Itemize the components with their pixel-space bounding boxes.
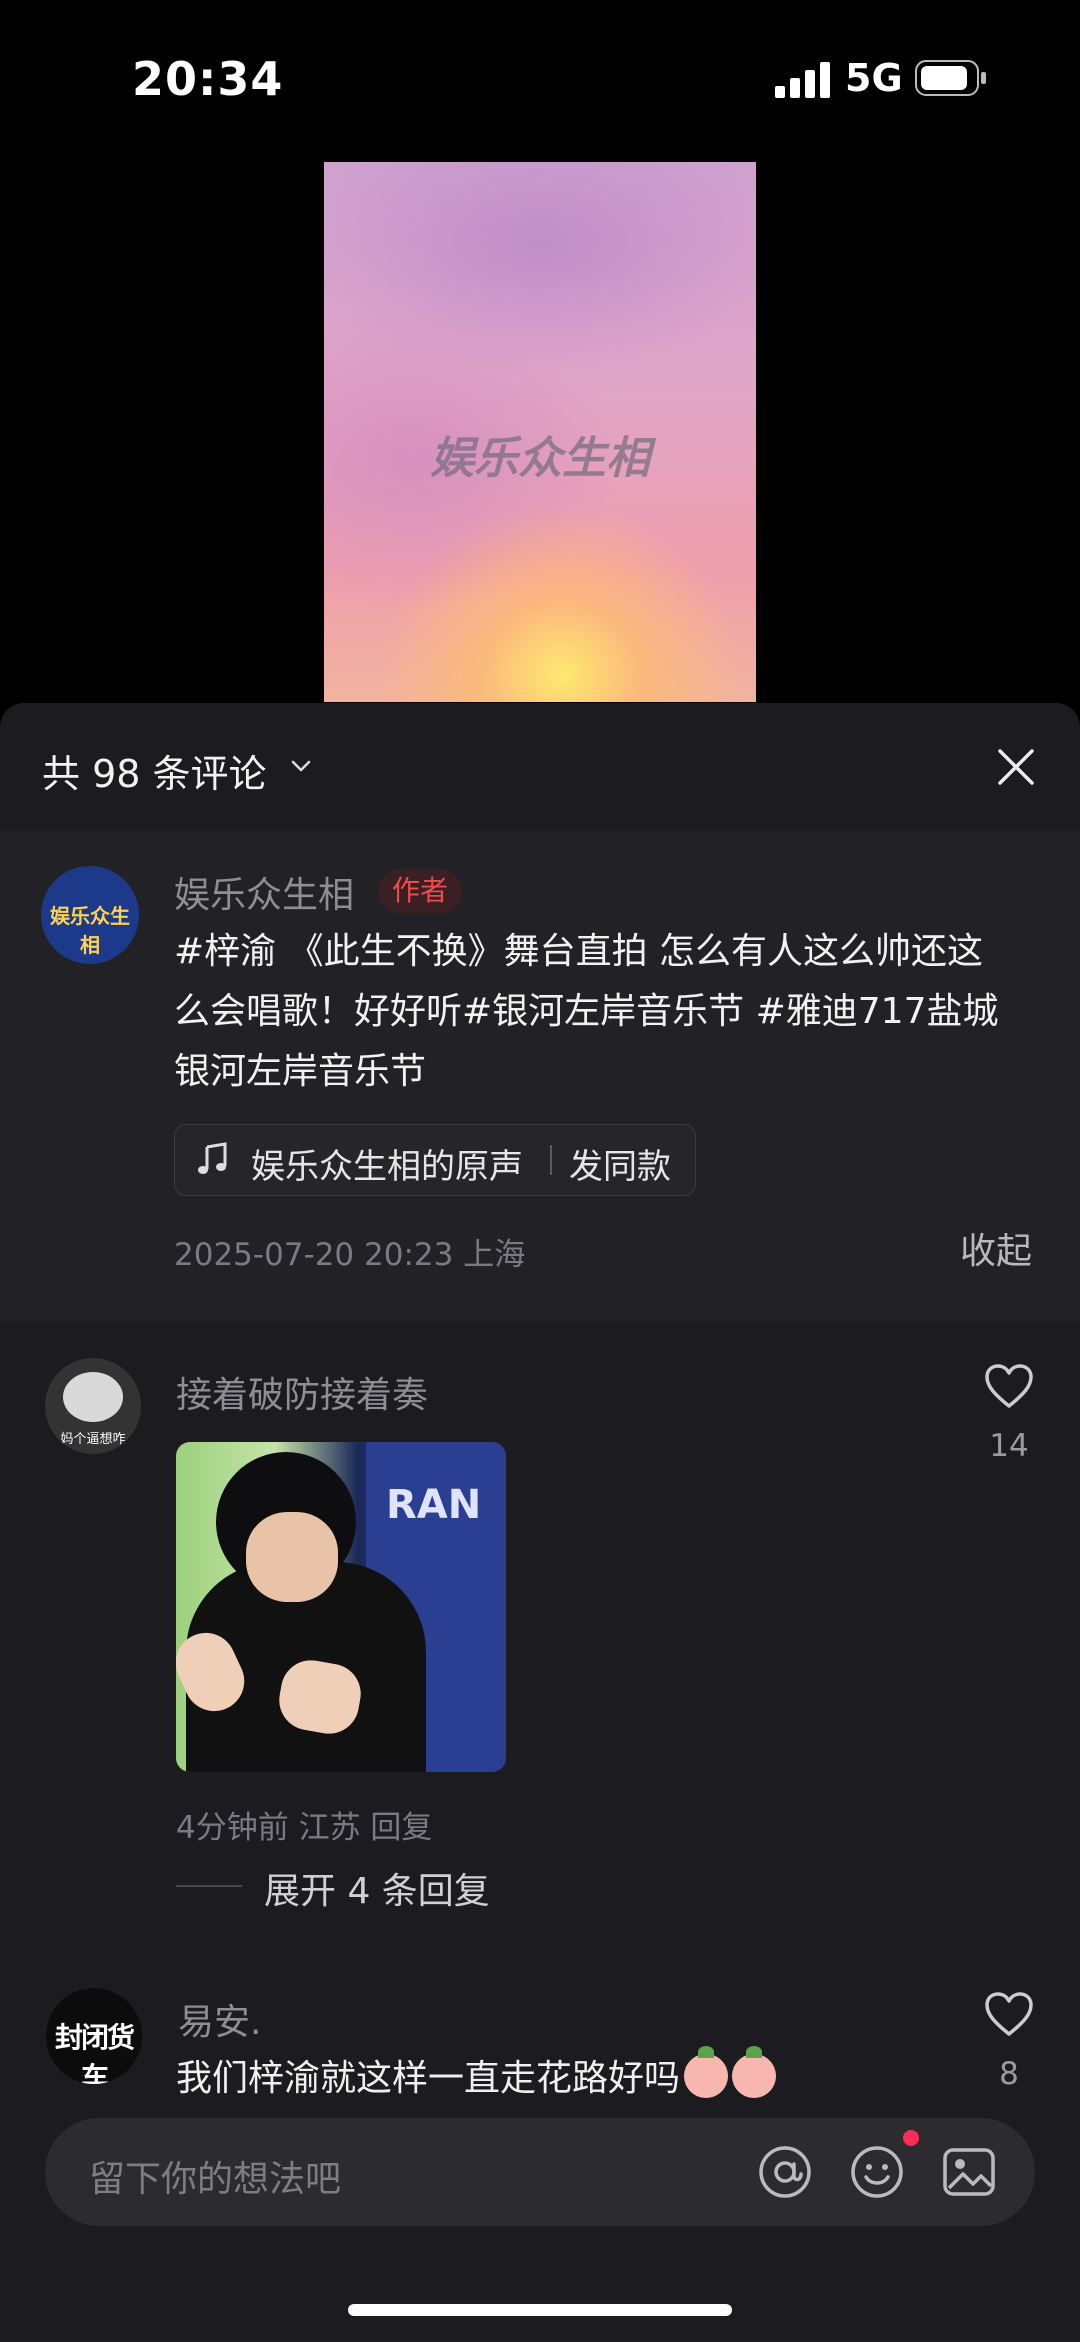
status-time: 20:34 [132,52,284,106]
peach-emoji-icon [732,2046,777,2098]
comment-input-placeholder[interactable]: 留下你的想法吧 [89,2150,341,2202]
avatar-text: 封闭货车 [54,2021,135,2084]
comment-image[interactable]: RAN [176,1442,506,1772]
original-sound-chip[interactable]: 娱乐众生相的原声 发同款 [174,1124,696,1196]
chevron-down-icon[interactable] [290,755,312,777]
comment-username[interactable]: 易安. [178,1993,261,2045]
comment-text: 我们梓渝就这样一直走花路好吗 [176,2046,777,2101]
avatar-caption: 妈个逼想咋 [60,1432,126,1447]
photo-face [246,1512,338,1602]
like-count: 8 [999,2056,1019,2092]
expand-replies-button[interactable]: 展开 4 条回复 [264,1862,490,1914]
music-note-icon [198,1142,227,1174]
divider [176,1885,242,1887]
home-indicator[interactable] [348,2304,732,2316]
avatar[interactable]: 封闭货车 [46,1988,142,2084]
avatar-text: 娱乐众生相 [50,904,130,957]
music-name[interactable]: 娱乐众生相的原声 [251,1139,523,1188]
peach-emoji-icon [684,2046,729,2098]
photo-jersey-text: RAN [386,1482,482,1528]
notification-dot [903,2130,919,2146]
chip-divider [550,1145,552,1175]
author-badge: 作者 [378,869,463,913]
comment-username[interactable]: 接着破防接着奏 [176,1366,428,1418]
comment-text-body: 我们梓渝就这样一直走花路好吗 [176,2058,681,2099]
avatar-figure [63,1372,123,1422]
use-sound-button[interactable]: 发同款 [569,1139,671,1188]
heart-icon[interactable] [984,1364,1034,1410]
signal-icon [775,62,830,98]
comments-header: 共 98 条评论 [0,703,1080,831]
comment-meta[interactable]: 4分钟前 江苏 回复 [176,1802,432,1847]
battery-icon [915,60,986,96]
post-caption: #梓渝 《此生不换》舞台直拍 怎么有人这么帅还这么会唱歌！好好听#银河左岸音乐节… [174,931,999,1092]
avatar[interactable]: 妈个逼想咋 [45,1358,141,1454]
comment-input[interactable]: 留下你的想法吧 [45,2118,1035,2226]
post-meta: 2025-07-20 20:23 上海 [174,1237,526,1273]
video-watermark: 娱乐众生相 [430,433,650,484]
avatar[interactable]: 娱乐众生相 [41,866,139,964]
collapse-button[interactable]: 收起 [960,1222,1032,1274]
heart-icon[interactable] [984,1992,1034,2038]
at-icon[interactable] [757,2144,813,2200]
network-type: 5G [845,56,903,100]
video-player[interactable]: 娱乐众生相 [324,162,756,702]
emoji-icon[interactable] [849,2144,905,2200]
close-icon[interactable] [996,747,1036,787]
image-icon[interactable] [941,2144,997,2200]
like-count: 14 [989,1428,1029,1464]
author-username[interactable]: 娱乐众生相 [174,866,354,918]
comment-count-button[interactable]: 共 98 条评论 [42,743,267,798]
